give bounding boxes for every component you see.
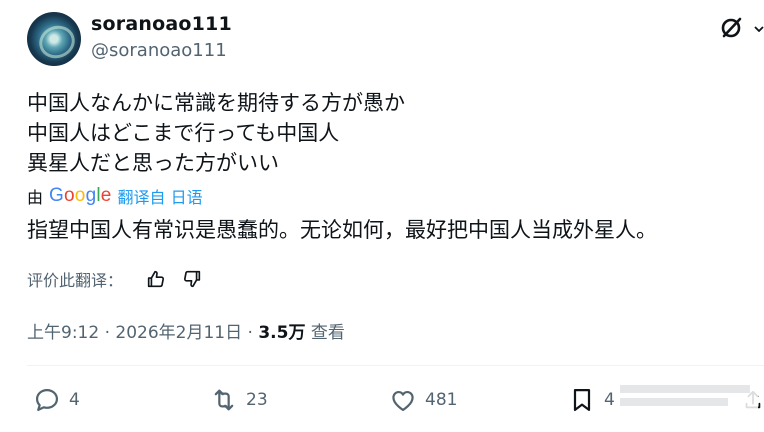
- tweet-line: 異星人だと思った方がいい: [27, 151, 279, 175]
- tweet-text: 中国人なんかに常識を期待する方が愚か 中国人はどこまで行っても中国人 異星人だと…: [27, 88, 405, 178]
- google-logo: Google: [49, 185, 112, 206]
- chevron-down-icon[interactable]: [754, 26, 764, 32]
- like-count: 481: [425, 390, 458, 410]
- rate-label: 评价此翻译：: [27, 271, 124, 290]
- bookmark-button[interactable]: 4: [568, 386, 615, 414]
- avatar[interactable]: [27, 12, 81, 66]
- tweet-meta: 上午9:12 · 2026年2月11日 · 3.5万 查看: [27, 318, 345, 343]
- views-label: 查看: [310, 323, 345, 343]
- retweet-button[interactable]: 23: [210, 386, 268, 414]
- by-label: 由: [27, 188, 44, 207]
- author-name[interactable]: soranoao111: [91, 13, 232, 35]
- grok-icon[interactable]: [719, 15, 745, 39]
- tweet-line: 中国人はどこまで行っても中国人: [27, 121, 340, 145]
- separator: ·: [104, 323, 116, 343]
- translated-from-link[interactable]: 翻译自 日语: [118, 184, 203, 208]
- like-button[interactable]: 481: [389, 386, 457, 414]
- watermark: [614, 380, 758, 424]
- heart-icon: [392, 390, 414, 412]
- translated-text: 指望中国人有常识是愚蠢的。无论如何，最好把中国人当成外星人。: [27, 218, 657, 242]
- rate-translation: 评价此翻译：: [27, 266, 203, 292]
- thumbs-down-icon[interactable]: [181, 268, 203, 290]
- tweet-date[interactable]: 2026年2月11日: [115, 323, 242, 343]
- reply-icon: [35, 388, 59, 412]
- tweet-time[interactable]: 上午9:12: [27, 323, 99, 343]
- bookmark-icon: [573, 388, 591, 412]
- reply-button[interactable]: 4: [33, 386, 80, 414]
- reply-count: 4: [69, 390, 80, 410]
- tweet-line: 中国人なんかに常識を期待する方が愚か: [27, 91, 405, 115]
- views-count: 3.5万: [258, 323, 306, 343]
- divider: [27, 365, 764, 366]
- retweet-icon: [214, 389, 234, 411]
- author-handle[interactable]: @soranoao111: [91, 40, 227, 61]
- thumbs-up-icon[interactable]: [145, 268, 167, 290]
- translated-by: 由 Google 翻译自 日语: [27, 184, 203, 208]
- retweet-count: 23: [246, 390, 268, 410]
- separator: ·: [247, 323, 259, 343]
